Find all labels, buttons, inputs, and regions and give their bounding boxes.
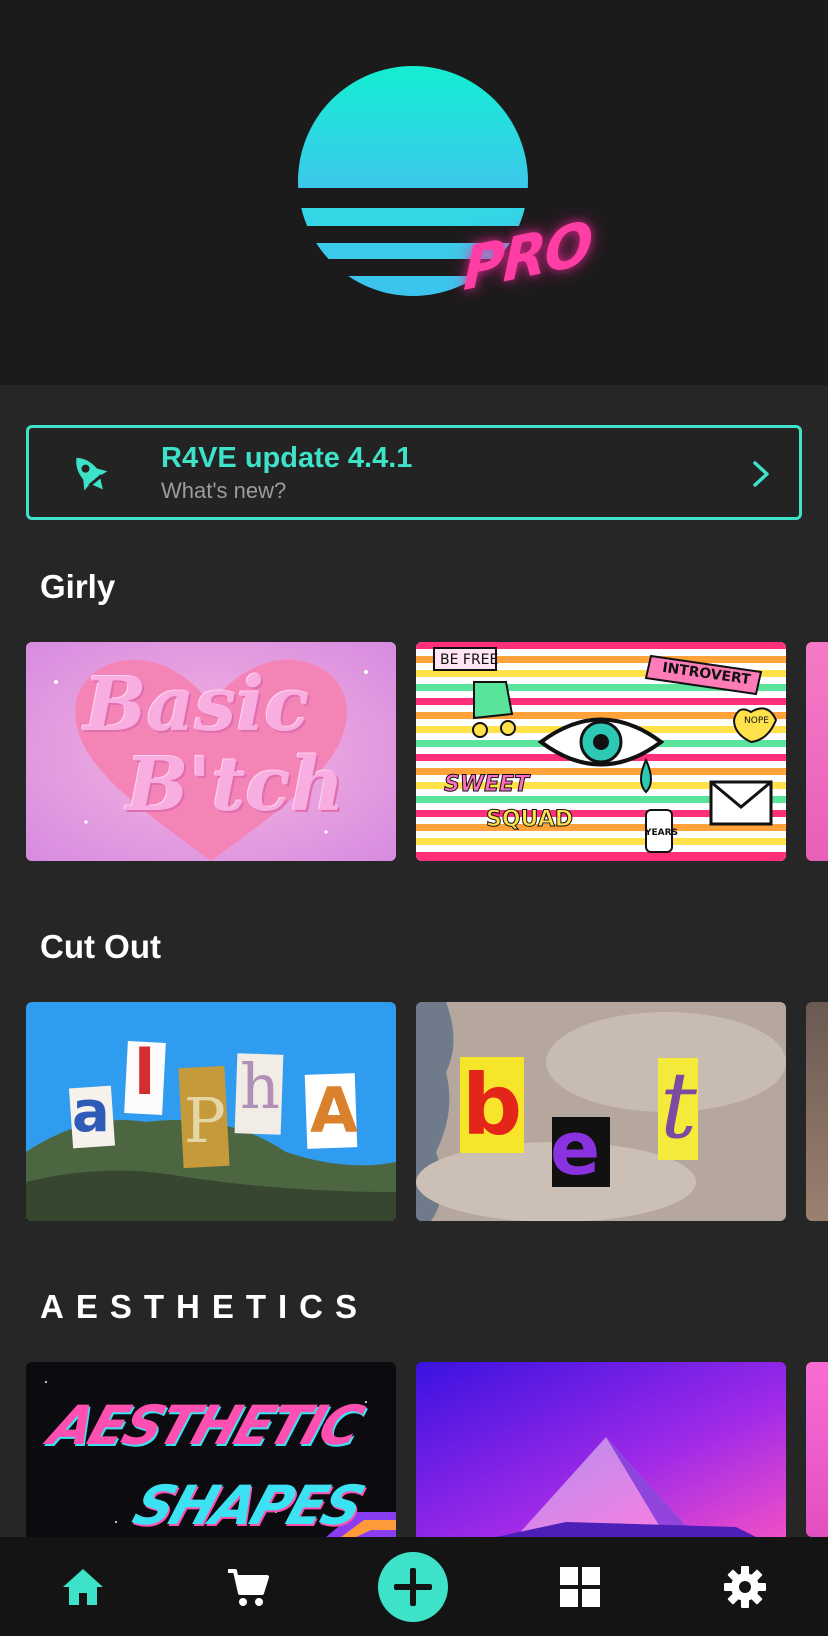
cutout-letter-e: e (550, 1106, 601, 1192)
basic-line2: B'tch (126, 742, 345, 828)
sticker-squad: SQUAD (485, 807, 574, 833)
app-root: PRO R4VE update 4.4.1 What's new? Girly (0, 0, 828, 1636)
cart-icon (228, 1568, 269, 1606)
sticker-years: YEARS (645, 828, 679, 838)
template-card-peek-girly[interactable] (806, 642, 828, 861)
section-title-cut-out: Cut Out (40, 928, 161, 965)
nav-create[interactable] (373, 1537, 453, 1636)
nav-templates[interactable] (540, 1537, 620, 1636)
pyramid-card-art (416, 1362, 786, 1537)
cutout-letter-p: P (184, 1084, 226, 1157)
chevron-right-icon (753, 461, 769, 487)
cutout-letter-a-upper: A (310, 1074, 358, 1147)
cutout-letter-b: b (462, 1056, 523, 1154)
sticker-be-free: BE FREE (440, 652, 499, 668)
nav-home[interactable] (43, 1537, 123, 1636)
template-card-peek-aesthetics[interactable] (806, 1362, 828, 1537)
grid-icon (560, 1566, 600, 1607)
update-subtitle: What's new? (161, 478, 287, 503)
section-title-girly: Girly (40, 568, 116, 605)
nav-settings[interactable] (705, 1537, 785, 1636)
template-card-bet[interactable]: b e t (416, 1002, 786, 1221)
update-title: R4VE update 4.4.1 (161, 442, 413, 474)
template-card-aesthetic-shapes[interactable]: AESTHETIC SHAPES (26, 1362, 396, 1537)
sticker-nope: NOPE (744, 716, 769, 726)
cutout-letter-a: a (72, 1080, 110, 1145)
gear-icon (724, 1565, 766, 1608)
bottom-nav (0, 1537, 828, 1636)
nav-shop[interactable] (208, 1537, 288, 1636)
cutout-letter-h: h (240, 1050, 280, 1123)
plus-icon (378, 1551, 448, 1622)
home-icon (63, 1568, 103, 1605)
sticker-sweet: SWEET (443, 772, 530, 798)
aesthetic-line1: AESTHETIC (41, 1394, 369, 1457)
cutout-letter-l: l (134, 1036, 156, 1109)
template-card-stickers[interactable]: BE FREE INTROVERT SWEET SQUAD NOPE YEARS (416, 642, 786, 861)
section-title-aesthetics: AESTHETICS (40, 1288, 370, 1325)
rocket-icon (76, 457, 108, 491)
template-card-peek-cutout[interactable] (806, 1002, 828, 1221)
template-card-basic[interactable]: Basic B'tch (26, 642, 396, 861)
app-logo (298, 66, 528, 296)
template-card-alpha[interactable]: a l P h A (26, 1002, 396, 1221)
cutout-letter-t: t (660, 1052, 697, 1159)
aesthetic-line2: SHAPES (125, 1474, 370, 1537)
header: PRO (0, 0, 828, 385)
update-banner[interactable]: R4VE update 4.4.1 What's new? (26, 425, 802, 520)
basic-line1: Basic (84, 662, 310, 748)
template-card-gradient-pyramid[interactable] (416, 1362, 786, 1537)
